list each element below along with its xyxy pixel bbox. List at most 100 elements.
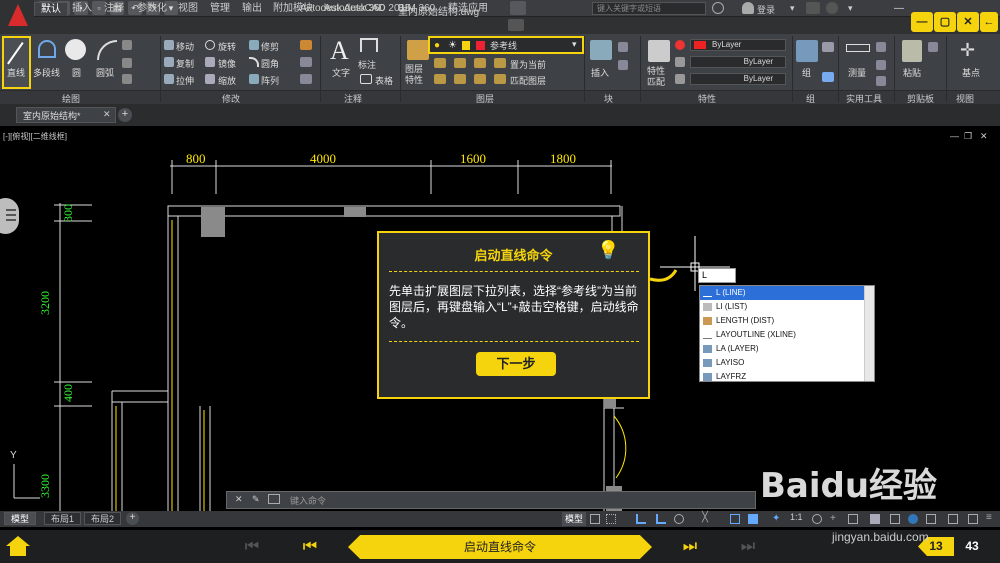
tab-insert[interactable]: 插入 xyxy=(66,2,98,16)
home-icon[interactable] xyxy=(6,536,30,556)
scale-button[interactable]: 缩放 xyxy=(218,74,236,87)
application-menu-button[interactable] xyxy=(0,0,34,38)
close-command-line-icon[interactable]: ✕ xyxy=(235,494,243,505)
object-snap-icon[interactable] xyxy=(730,514,740,524)
move-button[interactable]: 移动 xyxy=(176,40,194,53)
autocomplete-item[interactable]: LI (LIST) xyxy=(700,300,864,314)
utility-icon[interactable] xyxy=(876,42,886,52)
next-step-button[interactable]: 下一步 xyxy=(476,352,556,376)
tab-layout1[interactable]: 布局1 xyxy=(44,512,82,525)
exchange-apps-icon[interactable] xyxy=(806,2,820,14)
rectangle-icon[interactable] xyxy=(122,40,132,50)
match-layer-button[interactable]: 匹配图层 xyxy=(510,74,546,87)
ungroup-icon[interactable] xyxy=(822,42,834,52)
paste-icon[interactable] xyxy=(902,40,922,62)
isolate-objects-icon[interactable] xyxy=(908,514,918,524)
group-select-icon[interactable] xyxy=(822,72,834,82)
lock-ui-icon[interactable] xyxy=(890,514,900,524)
color-dropdown[interactable]: ByLayer xyxy=(690,39,786,51)
command-prompt-icon[interactable] xyxy=(268,494,280,504)
tab-featured-apps[interactable]: 精选应用 xyxy=(442,2,494,16)
grid-icon[interactable] xyxy=(590,514,600,524)
text-icon[interactable]: A xyxy=(330,36,349,66)
close-tab-icon[interactable]: ✕ xyxy=(103,109,111,120)
circle-icon[interactable] xyxy=(65,39,86,60)
copy-button[interactable]: 复制 xyxy=(176,57,194,70)
tab-autodesk-360[interactable]: Autodesk 360 xyxy=(318,2,391,16)
autocomplete-item[interactable]: LENGTH (DIST) xyxy=(700,314,864,328)
object-snap-tracking-icon[interactable]: ╳ xyxy=(702,512,708,523)
rotate-button[interactable]: 旋转 xyxy=(218,40,236,53)
quick-properties-icon[interactable] xyxy=(870,514,880,524)
layer-properties-icon[interactable] xyxy=(407,40,429,60)
layer-tool-icon[interactable] xyxy=(434,58,446,68)
help-icon[interactable] xyxy=(826,2,838,14)
hatch-icon[interactable] xyxy=(122,58,132,68)
tab-annotate[interactable]: 注释 xyxy=(98,2,130,16)
workspace-switch-icon[interactable] xyxy=(812,514,822,524)
tab-parametric[interactable]: 参数化 xyxy=(131,2,173,16)
layer-tool-icon[interactable] xyxy=(474,74,486,84)
annotation-monitor-icon[interactable]: + xyxy=(830,513,836,524)
document-tab[interactable]: 室内原始结构* xyxy=(16,107,116,123)
tab-addins[interactable]: 附加模块 xyxy=(267,2,319,16)
base-point-icon[interactable]: ✛ xyxy=(960,40,975,61)
edit-block-icon[interactable] xyxy=(618,60,628,70)
back-arrow-icon[interactable]: ← xyxy=(980,12,998,32)
tab-manage[interactable]: 管理 xyxy=(204,2,236,16)
polar-icon[interactable] xyxy=(656,514,666,524)
next-step-icon[interactable]: ⏭ xyxy=(678,536,702,558)
set-current-button[interactable]: 置为当前 xyxy=(510,58,546,71)
autocomplete-item[interactable]: LAYISO xyxy=(700,356,864,370)
command-autocomplete-list[interactable]: L (LINE) LI (LIST) LENGTH (DIST) LAYOUTL… xyxy=(699,285,875,382)
erase-icon[interactable] xyxy=(300,40,312,50)
mirror-button[interactable]: 镜像 xyxy=(218,57,236,70)
layer-tool-icon[interactable] xyxy=(454,58,466,68)
clean-screen-icon[interactable] xyxy=(948,514,958,524)
status-menu-icon[interactable]: ≡ xyxy=(986,512,992,523)
tab-bim-360[interactable]: BIM 360 xyxy=(392,2,441,16)
login-button[interactable]: 登录 xyxy=(757,3,775,16)
array-button[interactable]: 阵列 xyxy=(261,74,279,87)
utility-icon[interactable] xyxy=(876,60,886,70)
hardware-acceleration-icon[interactable] xyxy=(926,514,936,524)
autocomplete-item-selected[interactable]: L (LINE) xyxy=(700,286,864,300)
group-icon[interactable] xyxy=(796,40,818,62)
tab-view[interactable]: 视图 xyxy=(172,2,204,16)
dimension-icon[interactable] xyxy=(360,38,378,52)
close-icon[interactable]: ✕ xyxy=(957,12,979,32)
help-dropdown-icon[interactable]: ▾ xyxy=(848,3,853,14)
layer-tool-icon[interactable] xyxy=(434,74,446,84)
lineweight-dropdown[interactable]: ByLayer xyxy=(690,56,786,68)
tab-default[interactable]: 默认 xyxy=(34,2,68,16)
calculator-icon[interactable] xyxy=(876,76,886,86)
dynamic-command-input[interactable]: L xyxy=(698,268,736,283)
tab-layout2[interactable]: 布局2 xyxy=(84,512,122,525)
autocomplete-item[interactable]: LA (LAYER) xyxy=(700,342,864,356)
restore-icon[interactable]: ▢ xyxy=(934,12,956,32)
tab-model[interactable]: 模型 xyxy=(4,512,37,525)
create-block-icon[interactable] xyxy=(618,42,628,52)
match-properties-icon[interactable] xyxy=(648,40,670,62)
ortho-icon[interactable] xyxy=(636,514,646,524)
minimize-button[interactable]: — xyxy=(888,1,910,16)
offset-icon[interactable] xyxy=(300,74,312,84)
titlebar-dropdown-icon[interactable] xyxy=(510,1,526,15)
linetype-dropdown[interactable]: ByLayer xyxy=(690,73,786,85)
layer-tool-icon[interactable] xyxy=(474,58,486,68)
ribbon-toggle-icon[interactable] xyxy=(508,19,524,31)
lineweight-toggle-icon[interactable] xyxy=(748,514,758,524)
layer-dropdown[interactable]: ● ☀ 参考线 ▾ xyxy=(428,36,584,54)
units-icon[interactable] xyxy=(848,514,858,524)
search-input[interactable]: 键入关键字或短语 xyxy=(592,2,706,15)
measure-icon[interactable] xyxy=(846,44,870,52)
explode-icon[interactable] xyxy=(300,57,312,67)
new-layout-icon[interactable]: + xyxy=(126,512,139,525)
search-icon[interactable] xyxy=(712,2,724,14)
cut-icon[interactable] xyxy=(928,42,938,52)
gradient-icon[interactable] xyxy=(122,74,132,84)
login-dropdown-icon[interactable]: ▾ xyxy=(790,3,795,14)
annotation-visibility-icon[interactable]: ✦ xyxy=(772,513,780,524)
autocomplete-item[interactable]: LAYOUTLINE (XLINE) xyxy=(700,328,864,342)
first-step-icon[interactable]: ⏮ xyxy=(240,536,264,558)
